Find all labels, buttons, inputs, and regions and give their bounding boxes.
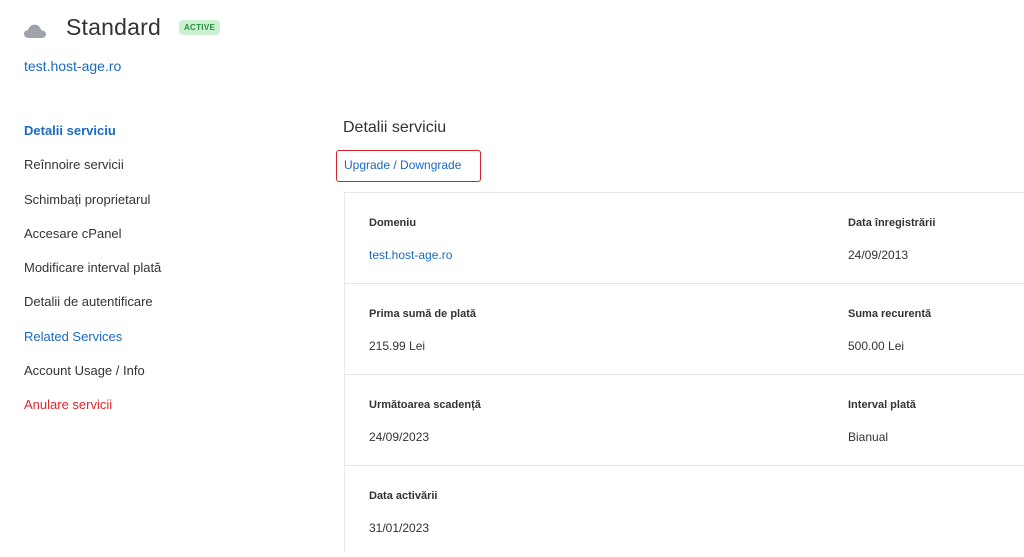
recurring-amount-cell: Suma recurentă 500.00 Lei (848, 308, 931, 353)
details-row: Următoarea scadență 24/09/2023 Interval … (345, 375, 1024, 466)
billing-cycle-value: Bianual (848, 430, 889, 444)
registration-date-value: 24/09/2013 (848, 248, 909, 262)
registration-date-cell: Data înregistrării 24/09/2013 (848, 217, 935, 262)
details-row: Domeniu test.host-age.ro Data înregistră… (345, 193, 1024, 284)
billing-cycle-cell: Interval plată Bianual (848, 399, 916, 444)
upgrade-downgrade-button[interactable]: Upgrade / Downgrade (336, 150, 481, 182)
sidebar-item-change-billing-cycle[interactable]: Modificare interval plată (24, 257, 304, 291)
next-due-date-label: Următoarea scadență (369, 399, 481, 411)
next-due-date-value: 24/09/2023 (369, 430, 430, 444)
section-title: Detalii serviciu (343, 119, 447, 136)
sidebar-item-change-owner[interactable]: Schimbați proprietarul (24, 189, 304, 223)
domain-label: Domeniu (369, 217, 417, 229)
activation-date-value: 31/01/2023 (369, 521, 430, 535)
sidebar-item-access-cpanel[interactable]: Accesare cPanel (24, 223, 304, 257)
details-row: Prima sumă de plată 215.99 Lei Suma recu… (345, 284, 1024, 375)
billing-cycle-label: Interval plată (848, 399, 916, 411)
activation-date-cell: Data activării 31/01/2023 (369, 490, 437, 535)
sidebar-item-account-usage[interactable]: Account Usage / Info (24, 360, 304, 394)
service-sidebar: Detalii serviciu Reînnoire servicii Schi… (24, 120, 304, 429)
recurring-amount-value: 500.00 Lei (848, 339, 905, 353)
sidebar-item-renew-services[interactable]: Reînnoire servicii (24, 154, 304, 188)
next-due-date-cell: Următoarea scadență 24/09/2023 (369, 399, 481, 444)
cloud-icon (24, 24, 46, 38)
recurring-amount-label: Suma recurentă (848, 308, 932, 320)
activation-date-label: Data activării (369, 490, 438, 502)
status-badge: ACTIVE (178, 20, 221, 35)
registration-date-label: Data înregistrării (848, 217, 936, 229)
details-row: Data activării 31/01/2023 (345, 466, 1024, 557)
first-payment-cell: Prima sumă de plată 215.99 Lei (369, 308, 476, 353)
service-details-card: Domeniu test.host-age.ro Data înregistră… (344, 192, 1024, 552)
sidebar-item-service-details[interactable]: Detalii serviciu (24, 120, 304, 154)
sidebar-item-related-services[interactable]: Related Services (24, 326, 304, 360)
sidebar-item-cancel-services[interactable]: Anulare servicii (24, 394, 304, 428)
service-header: Standard ACTIVE (24, 14, 221, 41)
domain-cell: Domeniu test.host-age.ro (369, 217, 452, 262)
first-payment-value: 215.99 Lei (369, 339, 426, 353)
domain-value-link[interactable]: test.host-age.ro (369, 248, 452, 262)
service-domain-link[interactable]: test.host-age.ro (24, 58, 121, 74)
first-payment-label: Prima sumă de plată (369, 308, 476, 320)
sidebar-item-login-details[interactable]: Detalii de autentificare (24, 291, 304, 325)
service-title: Standard (66, 14, 161, 40)
